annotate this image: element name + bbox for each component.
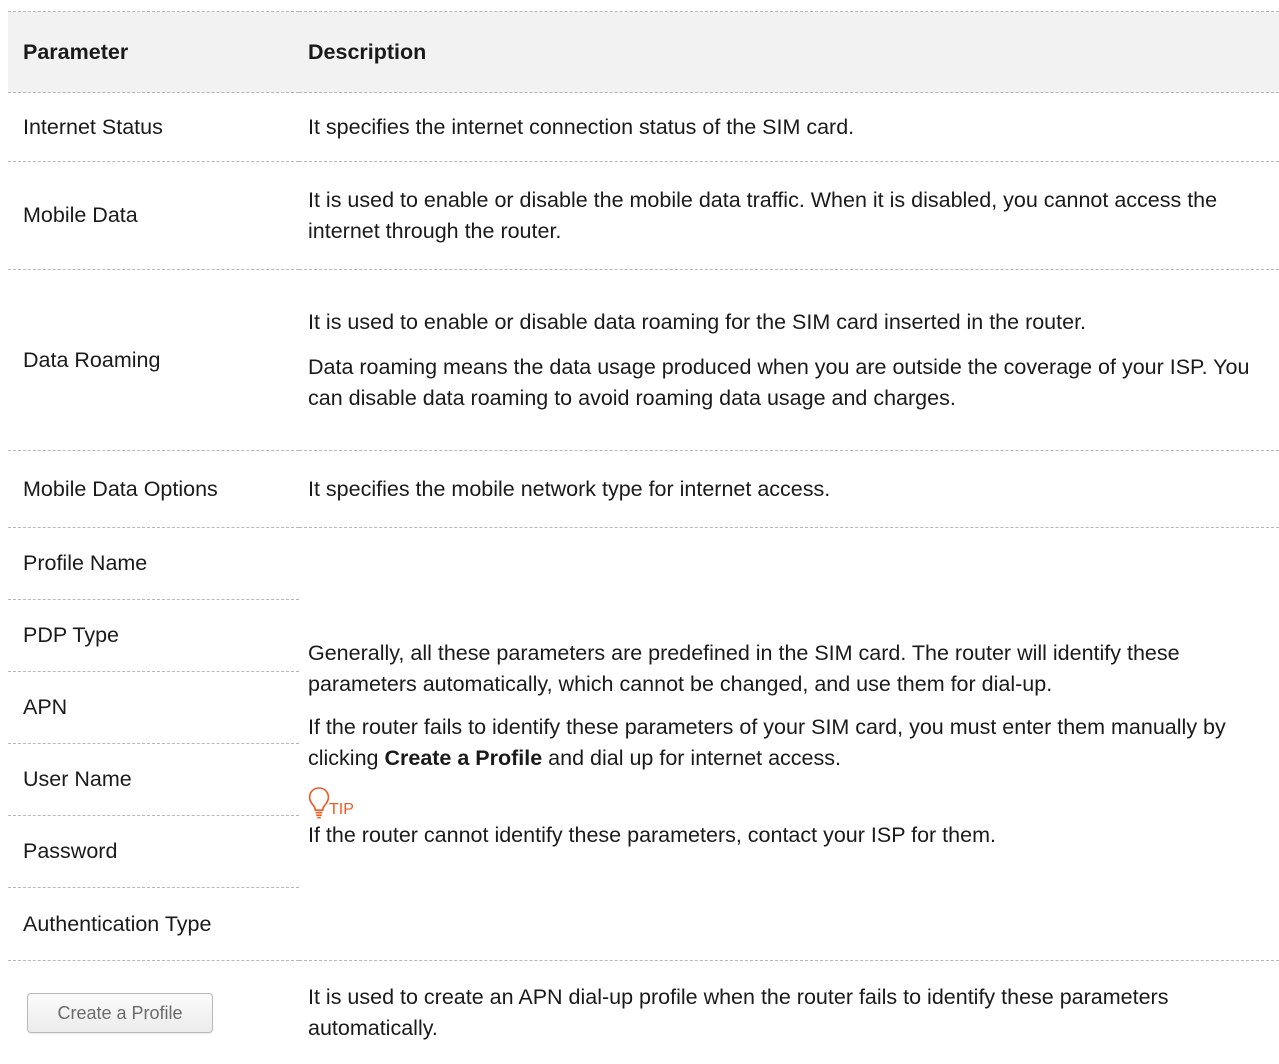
param-apn: APN <box>8 672 299 744</box>
desc-text: and dial up for internet access. <box>542 746 841 770</box>
table-row: Create a Profile It is used to create an… <box>8 961 1279 1064</box>
table-header-row: Parameter Description <box>8 12 1279 93</box>
desc-paragraph: Data roaming means the data usage produc… <box>308 352 1275 414</box>
tip-label: TIP <box>329 802 354 818</box>
desc-paragraph: It specifies the mobile network type for… <box>308 474 1275 505</box>
create-profile-button[interactable]: Create a Profile <box>27 993 213 1033</box>
desc-paragraph: It specifies the internet connection sta… <box>308 112 1275 143</box>
header-description: Description <box>299 12 1279 93</box>
param-mobile-data-options: Mobile Data Options <box>8 451 299 528</box>
param-pdp-type: PDP Type <box>8 600 299 672</box>
desc-paragraph: It is used to enable or disable the mobi… <box>308 185 1275 247</box>
desc-create-profile: It is used to create an APN dial-up prof… <box>299 961 1279 1064</box>
param-mobile-data: Mobile Data <box>8 162 299 270</box>
header-parameter: Parameter <box>8 12 299 93</box>
tip-callout: TIP <box>308 780 1275 820</box>
parameter-table: Parameter Description Internet Status It… <box>8 11 1279 1064</box>
param-internet-status: Internet Status <box>8 93 299 162</box>
desc-internet-status: It specifies the internet connection sta… <box>299 93 1279 162</box>
desc-data-roaming: It is used to enable or disable data roa… <box>299 270 1279 451</box>
tip-text: If the router cannot identify these para… <box>308 820 1275 851</box>
table-row: Mobile Data It is used to enable or disa… <box>8 162 1279 270</box>
desc-paragraph: It is used to create an APN dial-up prof… <box>308 982 1275 1044</box>
table-row: Data Roaming It is used to enable or dis… <box>8 270 1279 451</box>
param-data-roaming: Data Roaming <box>8 270 299 451</box>
param-create-profile: Create a Profile <box>8 961 299 1064</box>
param-authentication-type: Authentication Type <box>8 888 299 961</box>
param-password: Password <box>8 816 299 888</box>
desc-mobile-data: It is used to enable or disable the mobi… <box>299 162 1279 270</box>
desc-paragraph: Generally, all these parameters are pred… <box>308 638 1275 700</box>
table-row: Internet Status It specifies the interne… <box>8 93 1279 162</box>
desc-paragraph: It is used to enable or disable data roa… <box>308 307 1275 338</box>
desc-paragraph: If the router fails to identify these pa… <box>308 712 1275 774</box>
lightbulb-icon <box>308 786 330 820</box>
param-user-name: User Name <box>8 744 299 816</box>
desc-mobile-data-options: It specifies the mobile network type for… <box>299 451 1279 528</box>
table-row: Profile Name Generally, all these parame… <box>8 528 1279 600</box>
desc-profile-group: Generally, all these parameters are pred… <box>299 528 1279 961</box>
param-profile-name: Profile Name <box>8 528 299 600</box>
table-row: Mobile Data Options It specifies the mob… <box>8 451 1279 528</box>
create-profile-reference: Create a Profile <box>384 746 542 770</box>
